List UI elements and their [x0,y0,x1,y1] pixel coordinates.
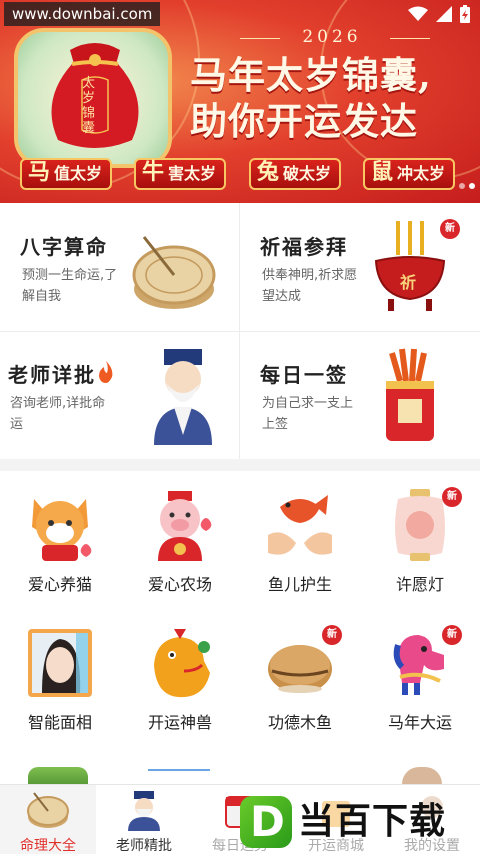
grid-item-cat[interactable]: 爱心养猫 [0,471,120,609]
partial-icon [402,767,442,784]
burner-char: 祈 [400,273,417,292]
logo-letter: D [250,797,285,846]
promo-banner[interactable]: 太岁锦囊 2026 马年太岁锦囊, 助你开运发达 马 值太岁 牛 害太岁 兔 破… [0,0,480,203]
feature-title: 老师详批 [8,363,96,387]
nav-tab-fortune[interactable]: 命理大全 [0,785,96,854]
sundial-icon [27,792,69,828]
feature-title: 祈福参拜 [260,235,348,259]
signal-icon [436,6,452,22]
fire-icon [99,361,113,383]
grid-item-label: 爱心农场 [147,575,212,594]
feature-desc: 预测一生命运,了解自我 [22,268,118,304]
new-badge: 新 [442,625,462,645]
tag-char: 牛 [142,159,165,185]
tag-text: 害太岁 [167,164,216,183]
lucky-beast-icon [154,629,210,698]
grid-item-label: 智能面相 [27,713,92,732]
tag-text: 破太岁 [282,164,331,183]
tag-char: 鼠 [371,159,394,185]
logo-mark: D [240,796,292,848]
bag-label: 太岁锦囊 [82,76,96,136]
feature-title: 每日一签 [260,363,348,387]
grid-item-woodfish[interactable]: 新 功德木鱼 [240,609,360,747]
partial-icon [28,767,88,784]
year-line-left [240,38,280,39]
grid-item-horse[interactable]: 新 马年大运 [360,609,480,747]
carousel-dot [459,183,465,189]
grid-item-lantern[interactable]: 新 许愿灯 [360,471,480,609]
tag-niu[interactable]: 牛 害太岁 [134,158,226,190]
grid-item-label: 开运神兽 [147,713,212,732]
nav-label: 命理大全 [20,838,76,854]
feature-master[interactable]: 老师详批 咨询老师,详批命运 [0,331,240,459]
feature-title: 八字算命 [20,235,108,259]
feature-desc: 咨询老师,详批命运 [10,396,106,432]
battery-charging-icon [460,5,470,23]
watermark-logo: D 当百下载 [240,792,480,852]
tag-ma[interactable]: 马 值太岁 [20,158,112,190]
wifi-icon [408,6,428,21]
grid-item-label: 鱼儿护生 [267,575,332,594]
pig-icon [158,491,212,561]
new-badge: 新 [442,487,462,507]
fortune-sticks-icon [386,348,434,441]
grid-item-face[interactable]: 智能面相 [0,609,120,747]
year-line-right [390,38,430,39]
status-bar: www.downbai.com [0,0,480,28]
banner-title-line2: 助你开运发达 [190,99,418,143]
feature-qifu[interactable]: 祈福参拜 供奉神明,祈求愿望达成 祈 新 [240,203,480,331]
master-icon [128,791,160,831]
grid-item-label: 爱心养猫 [27,575,92,594]
status-icons [408,5,470,23]
tag-text: 值太岁 [53,164,102,183]
grid-item-farm[interactable]: 爱心农场 [120,471,240,609]
incense-burner-icon [374,221,446,311]
master-icon [154,349,212,445]
banner-year: 2026 [302,27,362,47]
feature-desc: 为自己求一支上上签 [262,396,354,432]
sundial-icon [132,236,216,309]
nav-label: 老师精批 [116,838,172,854]
tag-shu[interactable]: 鼠 冲太岁 [363,158,455,190]
grid-item-label: 功德木鱼 [267,713,332,732]
tag-tu[interactable]: 兔 破太岁 [249,158,341,190]
feature-bazi[interactable]: 八字算命 预测一生命运,了解自我 [0,203,240,331]
feature-icon-grid: 爱心养猫 爱心农场 鱼儿护生 新 许愿灯 智能面相 开运神兽 新 功德木鱼 新 … [0,471,480,784]
tag-char: 马 [28,159,51,185]
banner-title: 马年太岁锦囊, 助你开运发达 [190,52,432,144]
tag-char: 兔 [257,159,280,185]
taisui-tags: 马 值太岁 牛 害太岁 兔 破太岁 鼠 冲太岁 [18,158,468,192]
grid-item-label: 马年大运 [387,713,452,732]
fish-icon [268,495,332,555]
grid-item-beast[interactable]: 开运神兽 [120,609,240,747]
new-badge: 新 [322,625,342,645]
watermark-url: www.downbai.com [4,2,161,26]
partial-icon [148,769,210,784]
grid-item-label: 许愿灯 [395,575,444,594]
grid-item-fish[interactable]: 鱼儿护生 [240,471,360,609]
tag-text: 冲太岁 [396,164,445,183]
nav-tab-master[interactable]: 老师精批 [96,785,192,854]
logo-text: 当百下载 [298,801,447,842]
new-badge: 新 [440,219,460,239]
banner-title-line1: 马年太岁锦囊, [190,53,432,97]
face-reading-icon [28,629,92,697]
section-gap [0,459,480,471]
cat-icon [32,499,92,561]
carousel-dot-active [469,183,475,189]
feature-grid: 八字算命 预测一生命运,了解自我 祈福参拜 供奉神明,祈求愿望达成 祈 新 老师… [0,203,480,459]
feature-daily-lot[interactable]: 每日一签 为自己求一支上上签 [240,331,480,459]
feature-desc: 供奉神明,祈求愿望达成 [262,268,358,304]
